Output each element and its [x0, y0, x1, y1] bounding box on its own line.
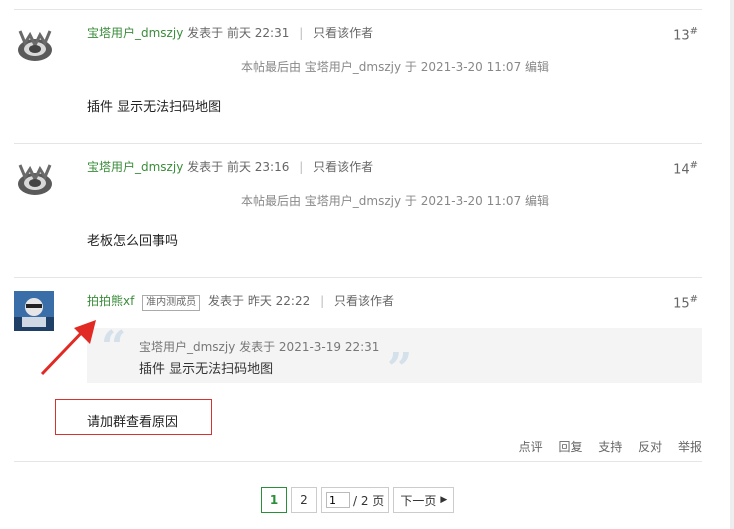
separator: |	[299, 26, 304, 40]
highlight-box: 请加群查看原因	[55, 399, 212, 435]
floor-mark: #	[689, 26, 698, 37]
post-meta: 拍拍熊xf 准内测成员 发表于 昨天 22:22 | 只看该作者	[87, 292, 394, 311]
post-content: 老板怎么回事吗	[87, 234, 179, 249]
open-quote-icon: “	[101, 322, 127, 373]
scrollbar[interactable]	[730, 0, 734, 529]
pagination: 1 2 / 2 页 下一页 ▶	[261, 487, 455, 513]
floor-value: 15	[673, 296, 690, 312]
floor-number[interactable]: 15#	[673, 294, 698, 311]
post-actions: 点评 回复 支持 反对 举报	[507, 438, 702, 455]
posted-label: 发表于	[207, 294, 244, 308]
page-total: / 2 页	[353, 493, 385, 508]
floor-value: 13	[673, 28, 690, 44]
next-page-button[interactable]: 下一页 ▶	[393, 487, 455, 513]
only-author-link[interactable]: 只看该作者	[313, 26, 373, 40]
posted-label: 发表于	[187, 26, 224, 40]
divider	[14, 277, 702, 278]
edit-note: 本帖最后由 宝塔用户_dmszjy 于 2021-3-20 11:07 编辑	[240, 194, 550, 208]
only-author-link[interactable]: 只看该作者	[313, 160, 373, 174]
post-content: 请加群查看原因	[87, 415, 179, 430]
floor-value: 14	[673, 162, 690, 178]
post-meta: 宝塔用户_dmszjy 发表于 前天 23:16 | 只看该作者	[87, 158, 373, 175]
page-jump: / 2 页	[321, 487, 390, 513]
oppose-link[interactable]: 反对	[638, 440, 662, 454]
divider	[14, 143, 702, 144]
post-author-link[interactable]: 拍拍熊xf	[87, 294, 134, 308]
separator: |	[320, 294, 325, 308]
floor-mark: #	[689, 160, 698, 171]
floor-number[interactable]: 13#	[673, 26, 698, 43]
posted-time: 前天 22:31	[226, 26, 290, 40]
page-jump-input[interactable]	[326, 492, 350, 508]
reply-link[interactable]: 回复	[558, 440, 582, 454]
quote-body: 插件 显示无法扫码地图	[139, 362, 274, 377]
only-author-link[interactable]: 只看该作者	[334, 294, 394, 308]
floor-mark: #	[689, 294, 698, 305]
posted-time: 前天 23:16	[226, 160, 290, 174]
divider	[14, 461, 702, 462]
posted-label: 发表于	[187, 160, 224, 174]
edit-note: 本帖最后由 宝塔用户_dmszjy 于 2021-3-20 11:07 编辑	[240, 60, 550, 74]
red-arrow-annotation-icon	[40, 320, 96, 376]
separator: |	[299, 160, 304, 174]
post-content: 插件 显示无法扫码地图	[87, 100, 222, 115]
post-author-link[interactable]: 宝塔用户_dmszjy	[87, 26, 183, 40]
quote-header[interactable]: 宝塔用户_dmszjy 发表于 2021-3-19 22:31	[139, 338, 379, 355]
floor-number[interactable]: 14#	[673, 160, 698, 177]
divider	[14, 9, 702, 10]
report-link[interactable]: 举报	[678, 440, 702, 454]
comment-link[interactable]: 点评	[519, 440, 543, 454]
post-meta: 宝塔用户_dmszjy 发表于 前天 22:31 | 只看该作者	[87, 24, 373, 41]
quote-block: “ ” 宝塔用户_dmszjy 发表于 2021-3-19 22:31 插件 显…	[87, 322, 702, 395]
close-quote-icon: ”	[387, 344, 413, 395]
post-author-link[interactable]: 宝塔用户_dmszjy	[87, 160, 183, 174]
page-1-button[interactable]: 1	[261, 487, 287, 513]
user-group-badge: 准内测成员	[142, 295, 201, 311]
page-2-button[interactable]: 2	[291, 487, 317, 513]
support-link[interactable]: 支持	[598, 440, 622, 454]
next-page-label: 下一页	[400, 493, 437, 508]
chevron-right-icon: ▶	[440, 495, 448, 505]
posted-time: 昨天 22:22	[247, 294, 311, 308]
